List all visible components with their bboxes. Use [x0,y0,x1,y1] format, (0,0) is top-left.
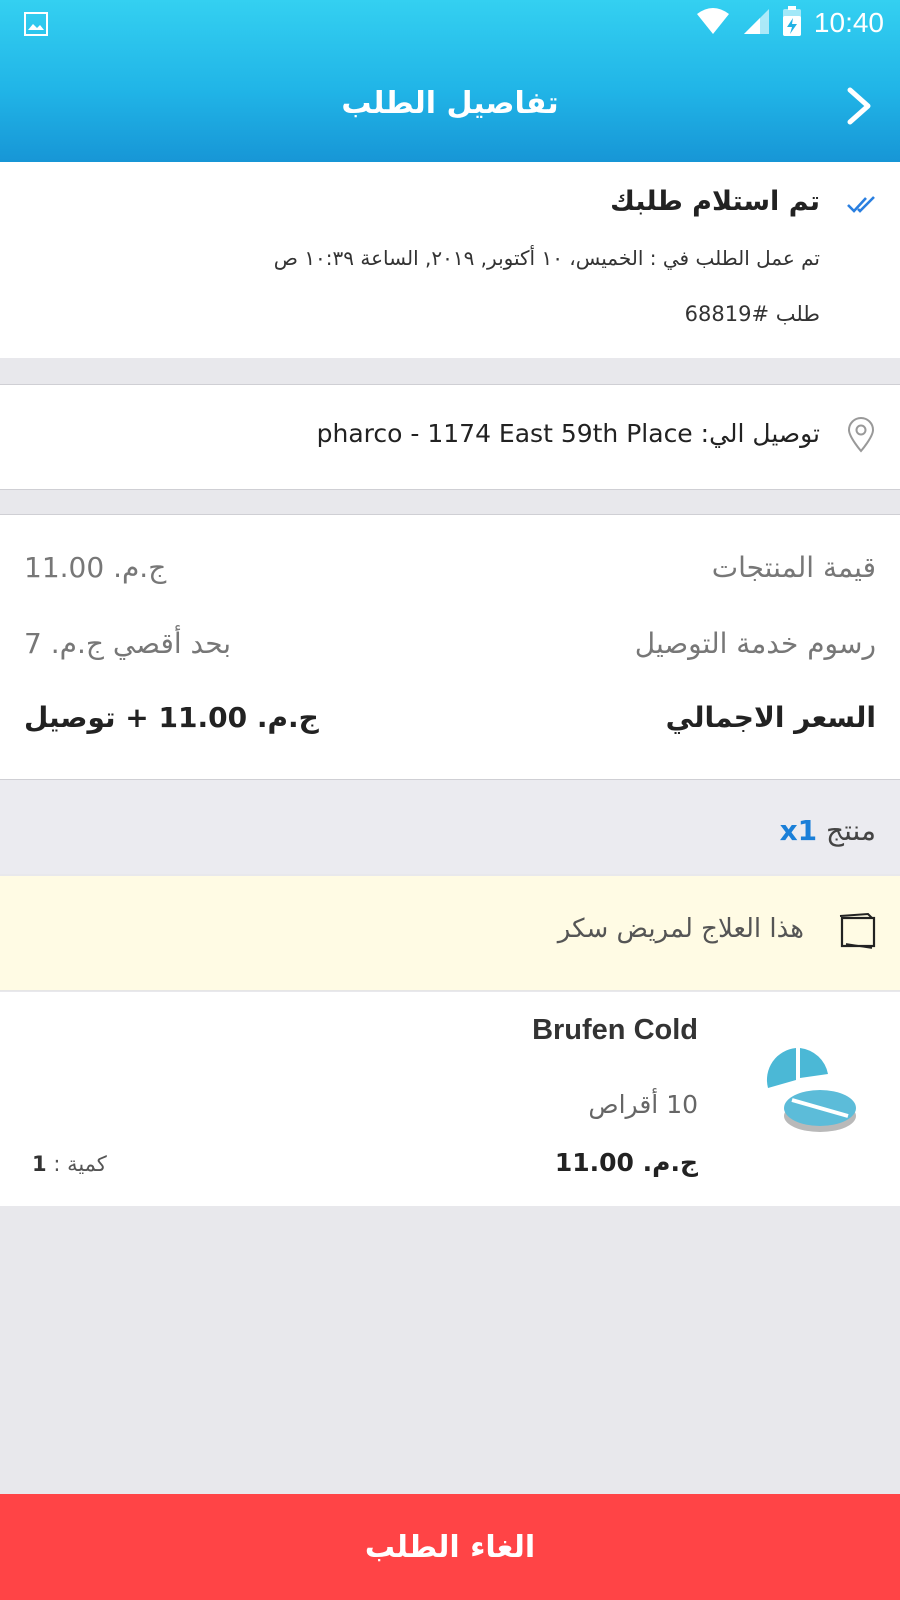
page-title: تفاصيل الطلب [341,86,559,121]
pricing-section: قيمة المنتجات ج.م. 11.00 رسوم خدمة التوص… [0,514,900,780]
order-status-title: تم استلام طلبك [610,186,820,217]
wifi-icon [696,7,730,39]
note-icon [838,912,878,954]
status-bar: 10:40 [0,0,900,50]
gallery-notification-icon [24,12,48,40]
signal-icon [742,7,770,39]
cancel-order-button[interactable]: الغاء الطلب [0,1494,900,1600]
order-date: تم عمل الطلب في : الخميس، ١٠ أكتوبر, ٢٠١… [273,246,820,270]
delivery-fee-label: رسوم خدمة التوصيل [634,627,876,660]
battery-icon [782,6,802,40]
items-count-row: منتج x1 [0,780,900,874]
order-status-section: تم استلام طلبك تم عمل الطلب في : الخميس،… [0,162,900,358]
product-name: Brufen Cold [532,1014,698,1046]
product-price: ج.م. 11.00 [554,1148,698,1177]
app-bar: 10:40 تفاصيل الطلب [0,0,900,162]
products-value-label: قيمة المنتجات [711,551,876,584]
order-note: هذا العلاج لمريض سكر [0,876,900,991]
total-price-label: السعر الاجمالي [665,701,876,734]
total-price-value: ج.م. 11.00 + توصيل [24,701,319,734]
back-chevron-icon[interactable] [838,84,878,128]
products-value: ج.م. 11.00 [24,551,167,584]
quantity-label: كمية : [53,1152,107,1176]
delivery-address: توصيل الي: pharco - 1174 East 59th Place [316,419,820,448]
pill-icon [762,1044,858,1140]
items-count: منتج x1 [780,814,876,847]
items-count-value: x1 [779,814,818,847]
items-count-label: منتج [826,814,876,847]
location-pin-icon [846,417,876,457]
product-item[interactable]: Brufen Cold 10 أقراص ج.م. 11.00 كمية : 1 [0,992,900,1206]
double-check-icon [846,192,878,220]
status-time: 10:40 [813,7,884,38]
product-package: 10 أقراص [588,1090,698,1119]
delivery-fee-value: بحد أقصي ج.م. 7 [24,627,232,660]
delivery-address-section: توصيل الي: pharco - 1174 East 59th Place [0,384,900,490]
product-quantity: كمية : 1 [32,1152,107,1176]
note-text: هذا العلاج لمريض سكر [557,914,804,944]
quantity-value: 1 [32,1152,47,1176]
order-number: طلب #68819 [684,302,820,326]
